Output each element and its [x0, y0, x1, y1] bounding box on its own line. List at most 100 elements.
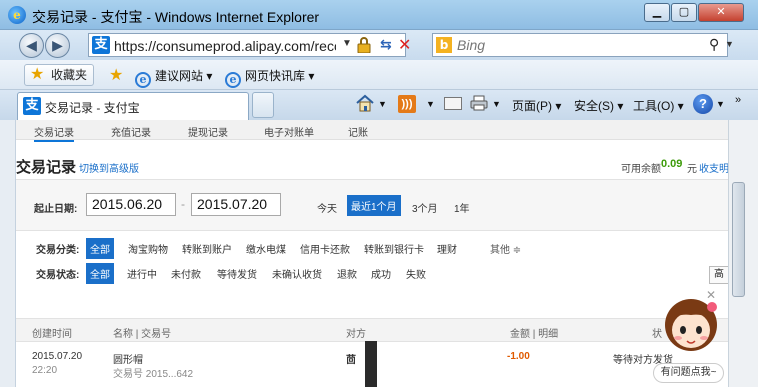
subnav-withdraw[interactable]: 提现记录 — [188, 124, 228, 139]
scrollbar-thumb[interactable] — [732, 182, 745, 297]
ie-page-icon: e — [135, 72, 151, 88]
page-content: 交易记录 充值记录 提现记录 电子对账单 记账 交易记录 切换到高级版 可用余额… — [16, 120, 728, 387]
status-option-awaiting-shipment[interactable]: 等待发货 — [217, 266, 257, 281]
switch-advanced-link[interactable]: 切换到高级版 — [79, 160, 139, 175]
address-row: ◀ ▶ 支 https://consumeprod.alipay.com/rec… — [0, 30, 758, 60]
fav-link-label: 网页快讯库 ▾ — [245, 69, 315, 83]
viewport-left-edge — [0, 120, 16, 387]
type-option-taobao[interactable]: 淘宝购物 — [128, 241, 168, 256]
page-title: 交易记录 — [16, 159, 77, 176]
type-option-all[interactable]: 全部 — [86, 238, 114, 259]
table-header: 创建时间 名称 | 交易号 对方 金额 | 明细 状 — [16, 318, 728, 342]
tools-menu[interactable]: 工具(O) ▾ — [633, 97, 684, 114]
subnav-statement[interactable]: 电子对账单 — [264, 124, 314, 139]
row-transaction-number: 交易号 2015...642 — [113, 369, 194, 380]
home-icon[interactable] — [355, 94, 375, 112]
type-option-credit-card[interactable]: 信用卡还款 — [300, 241, 350, 256]
status-option-all[interactable]: 全部 — [86, 263, 114, 284]
subnav-recharge[interactable]: 充值记录 — [111, 124, 151, 139]
column-created-time: 创建时间 — [32, 329, 72, 340]
address-bar[interactable]: 支 https://consumeprod.alipay.com/record/… — [88, 33, 411, 57]
type-option-utilities[interactable]: 缴水电煤 — [246, 241, 286, 256]
search-dropdown-icon[interactable]: ▼ — [725, 39, 734, 49]
forward-button[interactable]: ▶ — [45, 33, 70, 58]
status-option-failed[interactable]: 失败 — [406, 266, 426, 281]
column-name-txno: 名称 | 交易号 — [113, 329, 172, 340]
print-dropdown-icon[interactable]: ▼ — [492, 99, 501, 109]
search-input[interactable]: Bing — [457, 37, 485, 53]
more-commands-icon[interactable]: » — [735, 94, 741, 106]
status-filter-label: 交易状态: — [36, 270, 80, 281]
more-types-dropdown[interactable]: 其他 ≑ — [490, 241, 521, 256]
print-icon[interactable] — [470, 95, 488, 111]
search-box[interactable]: b Bing ⚲ ▼ — [432, 33, 734, 57]
date-filter-panel: 起止日期: 2015.06.20 - 2015.07.20 今天 最近1个月 3… — [16, 179, 728, 231]
quick-range-today[interactable]: 今天 — [317, 200, 337, 215]
end-date-field[interactable]: 2015.07.20 — [191, 193, 281, 216]
row-date: 2015.07.20 — [32, 351, 83, 362]
favorites-bar: ★ 收藏夹 ★ e 建议网站 ▾ e 网页快讯库 ▾ — [0, 60, 758, 90]
quick-range-3-months[interactable]: 3个月 — [412, 200, 438, 215]
mail-icon[interactable] — [444, 97, 462, 110]
quick-range-1-month[interactable]: 最近1个月 — [347, 195, 401, 216]
fav-link-suggested-sites[interactable]: e 建议网站 ▾ — [135, 67, 212, 88]
record-subnav: 交易记录 充值记录 提现记录 电子对账单 记账 — [16, 120, 728, 142]
close-button[interactable]: ✕ — [698, 3, 744, 22]
bing-icon: b — [436, 37, 452, 53]
minimize-button[interactable]: ▁ — [644, 3, 670, 22]
stop-icon[interactable]: ✕ — [398, 35, 411, 55]
favorites-button[interactable]: ★ 收藏夹 — [24, 64, 95, 86]
lock-icon[interactable] — [357, 37, 371, 53]
date-separator: - — [181, 197, 185, 211]
back-button[interactable]: ◀ — [19, 33, 44, 58]
status-option-unpaid[interactable]: 未付款 — [171, 266, 201, 281]
row-time: 22:20 — [32, 365, 58, 376]
help-bubble-button[interactable]: 有问题点我~ — [653, 363, 724, 383]
date-range-label: 起止日期: — [34, 204, 78, 215]
fav-link-web-slices[interactable]: e 网页快讯库 ▾ — [225, 67, 314, 88]
type-option-transfer-bank[interactable]: 转账到银行卡 — [364, 241, 424, 256]
redaction-bar — [365, 341, 377, 387]
vertical-scrollbar[interactable] — [728, 120, 758, 387]
quick-range-1-year[interactable]: 1年 — [454, 200, 470, 215]
column-counterparty: 对方 — [346, 329, 366, 340]
advanced-filter-button[interactable]: 高 — [709, 266, 728, 284]
type-option-finance[interactable]: 理财 — [437, 241, 457, 256]
row-counterparty: 茴 — [346, 355, 356, 366]
income-expense-link[interactable]: 收支明 — [699, 160, 728, 175]
rss-feed-icon[interactable]: ))) — [398, 95, 416, 113]
refresh-icon[interactable]: ⇆ — [380, 36, 392, 53]
helper-mascot-icon[interactable] — [660, 295, 722, 355]
start-date-field[interactable]: 2015.06.20 — [86, 193, 176, 216]
alipay-tab-icon: 支 — [23, 97, 41, 115]
address-url[interactable]: https://consumeprod.alipay.com/record/ — [114, 38, 336, 54]
maximize-button[interactable]: ▢ — [671, 3, 697, 22]
alipay-site-icon: 支 — [92, 36, 110, 54]
type-option-transfer-account[interactable]: 转账到账户 — [182, 241, 232, 256]
row-amount: -1.00 — [507, 351, 530, 362]
status-option-refund[interactable]: 退款 — [337, 266, 357, 281]
subnav-bookkeeping[interactable]: 记账 — [348, 124, 368, 139]
add-favorite-icon[interactable]: ★ — [109, 65, 123, 85]
feed-dropdown-icon[interactable]: ▼ — [426, 99, 435, 109]
help-icon[interactable]: ? — [693, 94, 713, 114]
subnav-transactions[interactable]: 交易记录 — [34, 124, 74, 142]
status-option-success[interactable]: 成功 — [371, 266, 391, 281]
ie-logo-icon: e — [8, 6, 26, 24]
safety-menu[interactable]: 安全(S) ▾ — [574, 97, 623, 114]
balance-value: 0.09 — [661, 158, 683, 170]
balance-unit: 元 — [687, 164, 697, 175]
address-dropdown-icon[interactable]: ▼ — [342, 38, 352, 49]
status-option-unconfirmed[interactable]: 未确认收货 — [272, 266, 322, 281]
tab-active[interactable]: 支 交易记录 - 支付宝 — [17, 92, 249, 120]
balance-label: 可用余额 — [621, 164, 661, 175]
fav-link-label: 建议网站 ▾ — [155, 69, 213, 83]
favorites-star-icon: ★ — [30, 66, 45, 83]
row-item-name[interactable]: 圆形帽 — [113, 351, 143, 366]
help-dropdown-icon[interactable]: ▼ — [716, 99, 725, 109]
home-dropdown-icon[interactable]: ▼ — [378, 99, 387, 109]
status-option-in-progress[interactable]: 进行中 — [127, 266, 157, 281]
search-icon[interactable]: ⚲ — [709, 36, 719, 53]
new-tab-button[interactable] — [252, 92, 274, 118]
page-menu[interactable]: 页面(P) ▾ — [512, 97, 561, 114]
